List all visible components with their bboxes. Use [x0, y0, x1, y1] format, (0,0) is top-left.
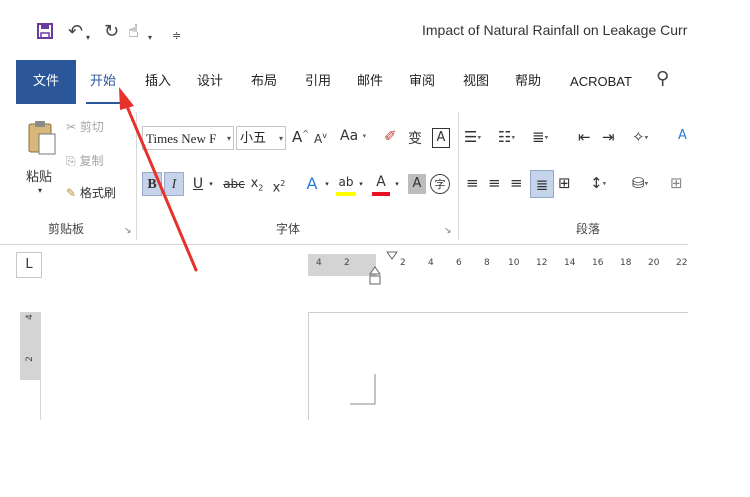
- annotation-arrow: [119, 87, 198, 272]
